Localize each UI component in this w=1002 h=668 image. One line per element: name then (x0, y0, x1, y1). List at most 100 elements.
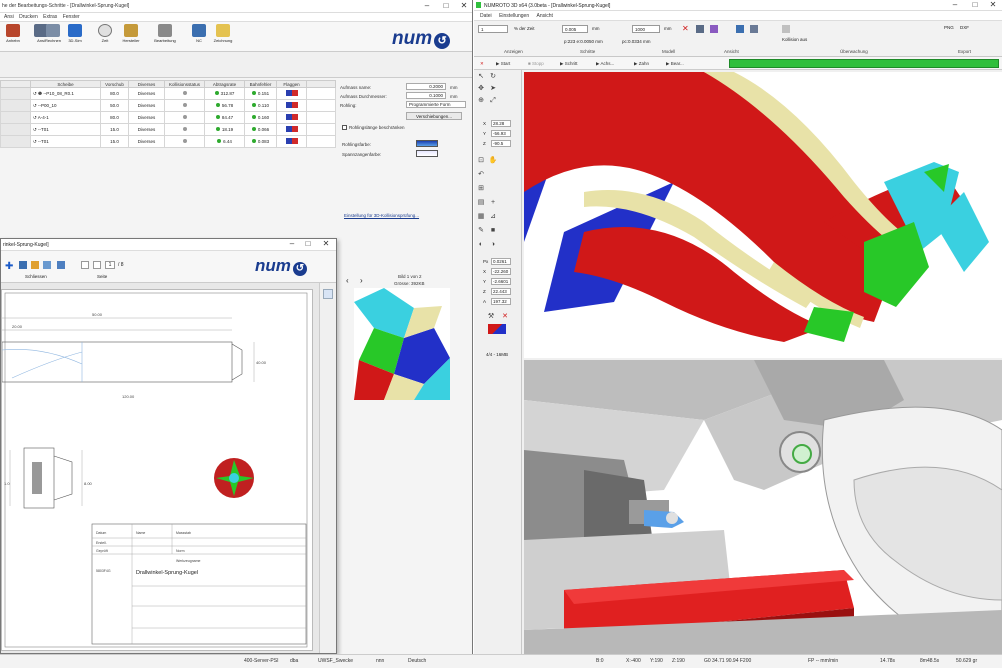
stop-button[interactable]: ■ Stopp (528, 59, 544, 68)
plus-icon[interactable]: + (488, 198, 498, 207)
tool-hersteller-button[interactable]: Hersteller (118, 24, 144, 43)
thumbnail-icon[interactable] (323, 289, 333, 299)
export-png-button[interactable]: PNG (944, 25, 954, 30)
model-icon[interactable] (696, 25, 704, 33)
page-first-icon[interactable] (81, 261, 89, 269)
menu-drucken[interactable]: Drucken (19, 14, 38, 20)
tool-bearbeitung-button[interactable]: Bearbeitung (152, 24, 178, 43)
pointer-icon[interactable]: ↖ (476, 72, 486, 81)
table-row[interactable]: ↺ A-4-1 80.0 Diverses 84.47 0.160 (0, 111, 336, 124)
col-diverses[interactable]: Diverses (128, 80, 165, 88)
taskbar-item[interactable]: Deutsch (408, 658, 426, 664)
machining-button[interactable]: ▶ Bear... (666, 59, 684, 68)
remove-icon[interactable]: ✕ (500, 312, 510, 321)
color-icon[interactable]: ◐ (476, 240, 486, 249)
minimize-icon[interactable]: – (948, 0, 962, 10)
rohling-color-swatch[interactable] (416, 140, 438, 147)
pan-icon[interactable]: ✥ (476, 84, 486, 93)
tool-icon[interactable]: ⚒ (486, 312, 496, 321)
view-icon[interactable] (750, 25, 758, 33)
col-abtragsrate[interactable]: Abtragsrate (204, 80, 245, 88)
menu-ansi[interactable]: Ansi (4, 14, 14, 20)
menu-einstellungen[interactable]: Einstellungen (499, 13, 529, 19)
close-icon[interactable]: ✕ (986, 0, 1000, 10)
page-prev-icon[interactable] (93, 261, 101, 269)
zoom-icon[interactable]: ⊕ (476, 96, 486, 105)
monitor-icon[interactable] (782, 25, 790, 33)
hand-icon[interactable]: ✋ (488, 156, 498, 165)
fit-icon[interactable]: ⤢ (488, 96, 498, 105)
grid-icon[interactable]: ▦ (476, 212, 486, 221)
taskbar-item[interactable]: UWSF_Swecke (318, 658, 353, 664)
cursor-icon[interactable]: ➤ (488, 84, 498, 93)
col-kollision[interactable]: Kollisionsstatus (164, 80, 205, 88)
rohling-select[interactable]: Programmierte Form (406, 101, 466, 108)
tool-nc-button[interactable]: NC (186, 24, 212, 43)
rotate-icon[interactable]: ↻ (488, 72, 498, 81)
tool-zeit-button[interactable]: Zeit (92, 24, 118, 43)
collet-color-swatch[interactable] (416, 150, 438, 157)
minimize-icon[interactable]: – (285, 239, 299, 249)
ruler-icon[interactable]: ⊿ (488, 212, 498, 221)
resolution-input[interactable]: 1000 (632, 25, 660, 33)
contrast-icon[interactable]: ◑ (488, 240, 498, 249)
menu-ansicht[interactable]: Ansicht (537, 13, 553, 19)
forward-icon[interactable] (57, 261, 65, 269)
menu-fenster[interactable]: Fenster (63, 14, 80, 20)
page-number-input[interactable]: 1 (105, 261, 115, 269)
pen-icon[interactable] (31, 261, 39, 269)
next-arrow-icon[interactable]: › (360, 276, 363, 285)
tool-color-icon[interactable] (488, 324, 506, 334)
col-bahnfehler[interactable]: Bahnfehler (244, 80, 277, 88)
prev-arrow-icon[interactable]: ‹ (346, 276, 349, 285)
export-dxf-button[interactable]: DXF (960, 25, 969, 30)
table-row[interactable]: ↺ --T01 15.0 Diverses 6.44 0.083 (0, 135, 336, 148)
add-icon[interactable]: ✚ (5, 261, 13, 272)
maximize-icon[interactable]: □ (968, 0, 982, 10)
rohling-length-checkbox[interactable] (342, 125, 347, 130)
menu-datei[interactable]: Datei (480, 13, 492, 19)
model-icon[interactable] (710, 25, 718, 33)
taskbar-item[interactable]: dba (290, 658, 298, 664)
col-vorschub[interactable]: Vorschub (100, 80, 129, 88)
tool-zeichnung-button[interactable]: Zeichnung (210, 24, 236, 43)
undo-icon[interactable]: ↶ (476, 170, 486, 179)
close-sim-icon[interactable]: ✕ (480, 59, 484, 68)
tool-3d-view[interactable] (524, 72, 1002, 358)
tolerance-input[interactable]: 0.005 (562, 25, 588, 33)
layers-icon[interactable]: ▤ (476, 198, 486, 207)
close-icon[interactable]: ✕ (319, 239, 333, 249)
lock-icon[interactable]: ⊡ (476, 156, 486, 165)
table-row[interactable]: ↺ --T01 15.0 Diverses 18.19 0.066 (0, 123, 336, 136)
table-row[interactable]: ↺ ❶ --P10_08_R0.1 80.0 Diverses 312.87 0… (0, 87, 336, 100)
delete-icon[interactable]: ✕ (682, 25, 690, 33)
zoom-window-icon[interactable]: ⊞ (476, 184, 486, 193)
tool-3dsim-button[interactable]: 3D-Sim (62, 24, 88, 43)
start-button[interactable]: ▶ Start (496, 59, 510, 68)
zoom-icon[interactable] (19, 261, 27, 269)
close-icon[interactable]: ✕ (457, 1, 471, 11)
step-select[interactable]: 1 (478, 25, 508, 33)
axis-button[interactable]: ▶ Achs... (596, 59, 614, 68)
col-flaggen[interactable]: Flaggen (276, 80, 307, 88)
maximize-icon[interactable]: □ (301, 239, 315, 249)
edit-icon[interactable] (43, 261, 51, 269)
taskbar-item[interactable]: 400-Server-PSI (244, 658, 278, 664)
maximize-icon[interactable]: □ (439, 1, 453, 11)
tool-anhebn-button[interactable]: Anhebn (0, 24, 26, 43)
box-icon[interactable]: ■ (488, 226, 498, 235)
tooth-button[interactable]: ▶ Zahn (634, 59, 649, 68)
collision-settings-link[interactable]: Einstellung für 3D-Kollisionsprüfung... (344, 213, 419, 218)
taskbar-item[interactable]: nnn (376, 658, 384, 664)
durchmesser-input[interactable]: 0.1000 (406, 92, 446, 99)
menu-extras[interactable]: Extras (43, 14, 57, 20)
verschiebungen-button[interactable]: Verschiebungen... (406, 112, 462, 120)
table-row[interactable]: ↺ --P00_10 50.0 Diverses 56.78 0.110 (0, 99, 336, 112)
col-scheibe[interactable]: Scheibe (30, 80, 101, 88)
aufmass-input[interactable]: 0.2000 (406, 83, 446, 90)
step-button[interactable]: ▶ Schritt (560, 59, 577, 68)
view-icon[interactable] (736, 25, 744, 33)
brush-icon[interactable]: ✎ (476, 226, 486, 235)
minimize-icon[interactable]: – (420, 1, 434, 11)
machine-3d-view[interactable] (524, 360, 1002, 654)
